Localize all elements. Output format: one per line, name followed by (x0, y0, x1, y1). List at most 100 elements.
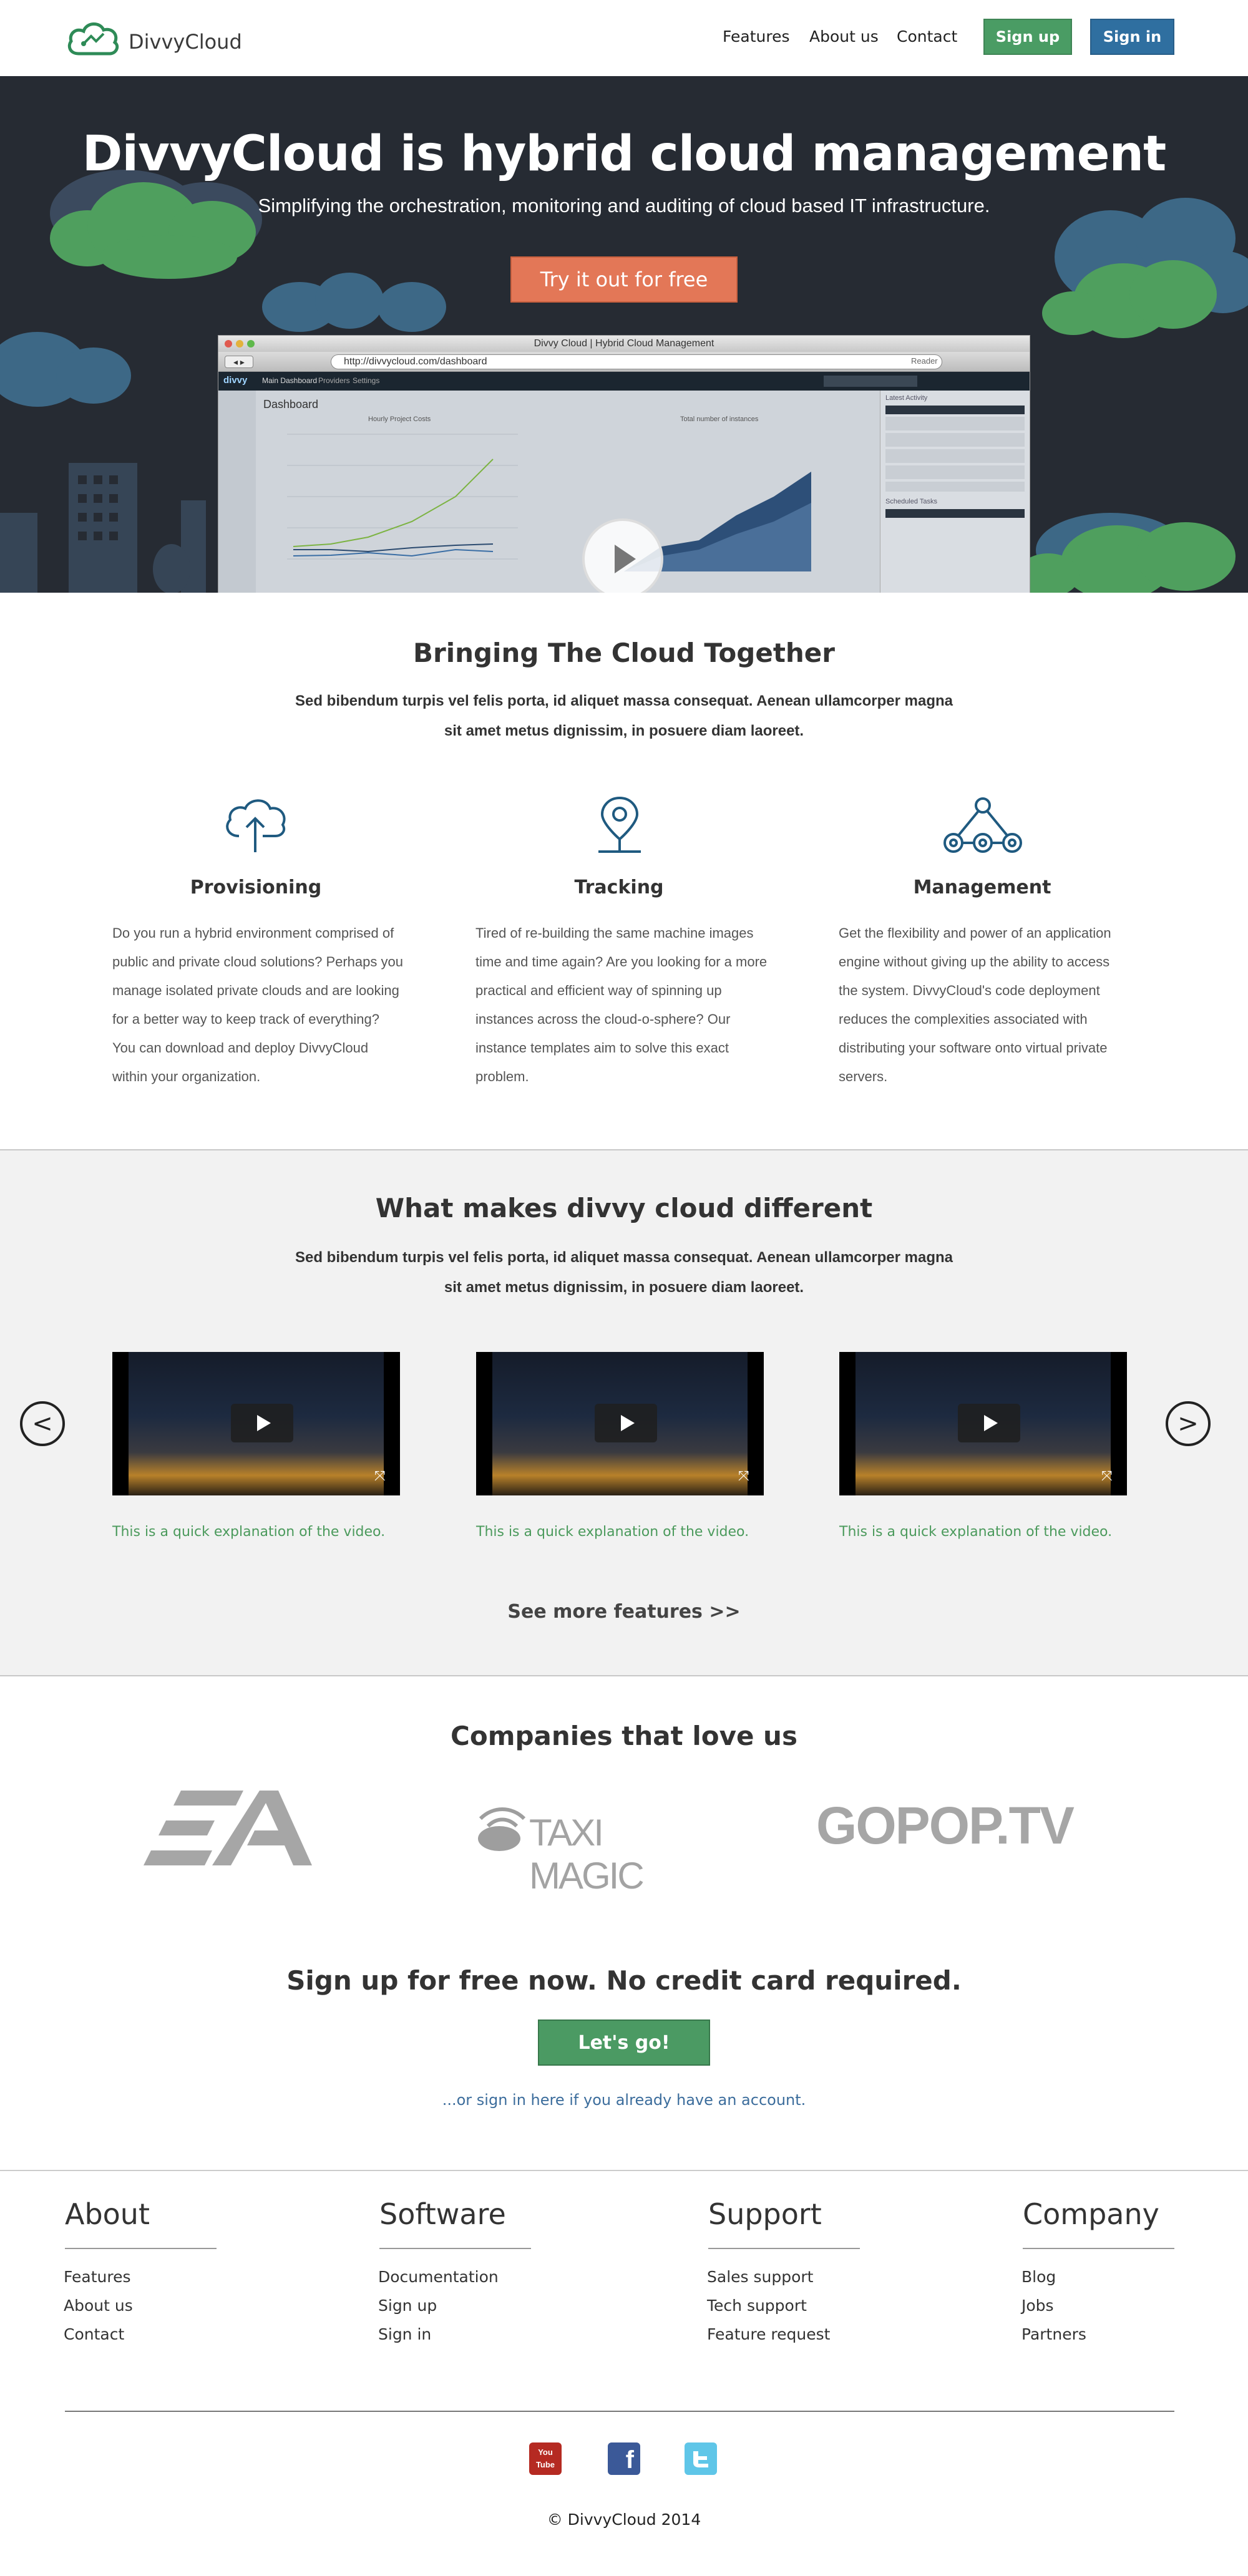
twitter-icon[interactable] (685, 2442, 717, 2475)
feature-title-tracking: Tracking (574, 877, 664, 898)
signup-button[interactable]: Sign up (983, 19, 1072, 55)
footer-link-contact[interactable]: Contact (64, 2325, 124, 2343)
feature-title-management: Management (913, 877, 1051, 898)
maximize-dot-icon (247, 340, 255, 348)
video-play-button-2[interactable] (595, 1404, 657, 1442)
taxi-magic-logo-text: TAXI MAGIC (529, 1812, 645, 1897)
browser-window-title: Divvy Cloud | Hybrid Cloud Management (534, 338, 714, 349)
play-icon (621, 1415, 635, 1431)
footer-link-tech-support[interactable]: Tech support (707, 2297, 807, 2315)
app-tab-main: Main Dashboard (262, 376, 318, 385)
footer-link-documentation[interactable]: Documentation (378, 2268, 499, 2286)
footer-heading-underline (379, 2248, 531, 2249)
map-pin-icon (598, 796, 641, 853)
chart1-title: Hourly Project Costs (368, 416, 431, 423)
footer-divider (0, 2170, 1248, 2171)
cloud-upload-icon (226, 799, 286, 852)
play-icon (984, 1415, 998, 1431)
signin-button[interactable]: Sign in (1090, 19, 1174, 55)
video-play-button-3[interactable] (958, 1404, 1020, 1442)
network-nodes-icon (943, 797, 1022, 853)
signin-here-link[interactable]: ...or sign in here if you already have a… (0, 2091, 1248, 2109)
video-caption-1: This is a quick explanation of the video… (112, 1524, 386, 1540)
browser-url-bar: http://divvycloud.com/dashboard (331, 354, 942, 369)
video-thumbnail-3[interactable]: ⤧ (839, 1352, 1127, 1495)
lets-go-button[interactable]: Let's go! (538, 2019, 710, 2066)
browser-screenshot: Divvy Cloud | Hybrid Cloud Management ◂ … (218, 335, 1030, 593)
footer-link-sign-up[interactable]: Sign up (378, 2297, 437, 2315)
nav-about-us[interactable]: About us (809, 27, 879, 46)
video-thumbnail-1[interactable]: ⤧ (112, 1352, 400, 1495)
chart2-title: Total number of instances (680, 416, 759, 423)
app-logo: divvy (223, 375, 248, 386)
video-play-button-1[interactable] (231, 1404, 293, 1442)
nav-features[interactable]: Features (723, 27, 790, 46)
nav-contact[interactable]: Contact (897, 27, 957, 46)
footer-link-jobs[interactable]: Jobs (1021, 2297, 1054, 2315)
hero-section: DivvyCloud is hybrid cloud management Si… (0, 76, 1248, 593)
video-play-button[interactable] (582, 518, 663, 593)
taxi-magic-logo: TAXI MAGIC (474, 1800, 699, 1897)
copyright-text: © DivvyCloud 2014 (547, 2510, 701, 2529)
video-thumbnail-2[interactable]: ⤧ (476, 1352, 764, 1495)
site-header: DivvyCloud Features About us Contact Sig… (0, 0, 1248, 76)
footer-link-sign-in[interactable]: Sign in (378, 2325, 431, 2343)
app-tab-settings: Settings (353, 376, 380, 385)
see-more-features-link[interactable]: See more features >> (0, 1601, 1248, 1623)
companies-title: Companies that love us (451, 1721, 797, 1751)
logo-text[interactable]: DivvyCloud (129, 30, 242, 54)
footer-link-about-us[interactable]: About us (64, 2297, 133, 2315)
youtube-icon[interactable]: You Tube (529, 2442, 562, 2475)
play-icon (615, 545, 636, 573)
gopop-tv-logo: GOPOP.TV (816, 1796, 1075, 1855)
app-sidebar (218, 391, 256, 593)
together-subtitle: Sed bibendum turpis vel felis porta, id … (295, 693, 953, 739)
hero-subtitle: Simplifying the orchestration, monitorin… (258, 195, 990, 216)
footer-link-partners[interactable]: Partners (1021, 2325, 1086, 2343)
cloud-logo-icon[interactable] (65, 19, 122, 59)
close-dot-icon (225, 340, 232, 348)
carousel-prev-button[interactable]: < (20, 1401, 65, 1446)
page: DivvyCloud Features About us Contact Sig… (0, 0, 1248, 2576)
fullscreen-icon[interactable]: ⤧ (738, 1468, 749, 1484)
back-forward-icon: ◂ ▸ (225, 356, 253, 368)
footer-heading-support: Support (708, 2197, 822, 2231)
browser-titlebar: Divvy Cloud | Hybrid Cloud Management (218, 336, 1030, 352)
footer-link-features[interactable]: Features (64, 2268, 131, 2286)
fullscreen-icon[interactable]: ⤧ (1101, 1468, 1113, 1484)
different-subtitle: Sed bibendum turpis vel felis porta, id … (295, 1249, 953, 1296)
reader-label: Reader (911, 356, 938, 366)
play-icon (257, 1415, 271, 1431)
activity-panel-title: Latest Activity (885, 394, 928, 402)
minimize-dot-icon (236, 340, 243, 348)
footer-heading-underline (1023, 2248, 1174, 2249)
feature-text-management: Get the flexibility and power of an appl… (839, 925, 1111, 1084)
twitter-bird-icon (693, 2451, 708, 2467)
browser-toolbar: ◂ ▸ http://divvycloud.com/dashboard Read… (218, 352, 1030, 372)
footer-link-blog[interactable]: Blog (1021, 2268, 1056, 2286)
feature-text-tracking: Tired of re-building the same machine im… (475, 925, 768, 1084)
feature-title-provisioning: Provisioning (190, 877, 322, 898)
footer-link-sales-support[interactable]: Sales support (707, 2268, 813, 2286)
footer-heading-about: About (65, 2197, 150, 2231)
scheduled-panel-title: Scheduled Tasks (885, 498, 937, 505)
carousel-next-button[interactable]: > (1166, 1401, 1211, 1446)
footer-heading-software: Software (379, 2197, 506, 2231)
app-dashboard: Dashboard Hourly Project Costs Total num… (218, 391, 1030, 593)
footer-heading-underline (708, 2248, 860, 2249)
footer-heading-company: Company (1023, 2197, 1159, 2231)
video-caption-3: This is a quick explanation of the video… (839, 1524, 1113, 1540)
different-title: What makes divvy cloud different (375, 1193, 873, 1223)
try-free-button[interactable]: Try it out for free (510, 256, 738, 303)
fullscreen-icon[interactable]: ⤧ (374, 1468, 386, 1484)
app-navbar: divvy Main Dashboard Providers Settings (218, 372, 1030, 391)
feature-text-provisioning: Do you run a hybrid environment comprise… (112, 925, 403, 1084)
facebook-icon[interactable]: f (608, 2442, 640, 2475)
dashboard-title: Dashboard (263, 398, 319, 411)
footer-heading-underline (65, 2248, 217, 2249)
footer-link-feature-request[interactable]: Feature request (707, 2325, 830, 2343)
video-caption-2: This is a quick explanation of the video… (476, 1524, 749, 1540)
footer-rule (65, 2411, 1174, 2412)
together-title: Bringing The Cloud Together (412, 638, 836, 668)
ea-logo (137, 1786, 318, 1879)
